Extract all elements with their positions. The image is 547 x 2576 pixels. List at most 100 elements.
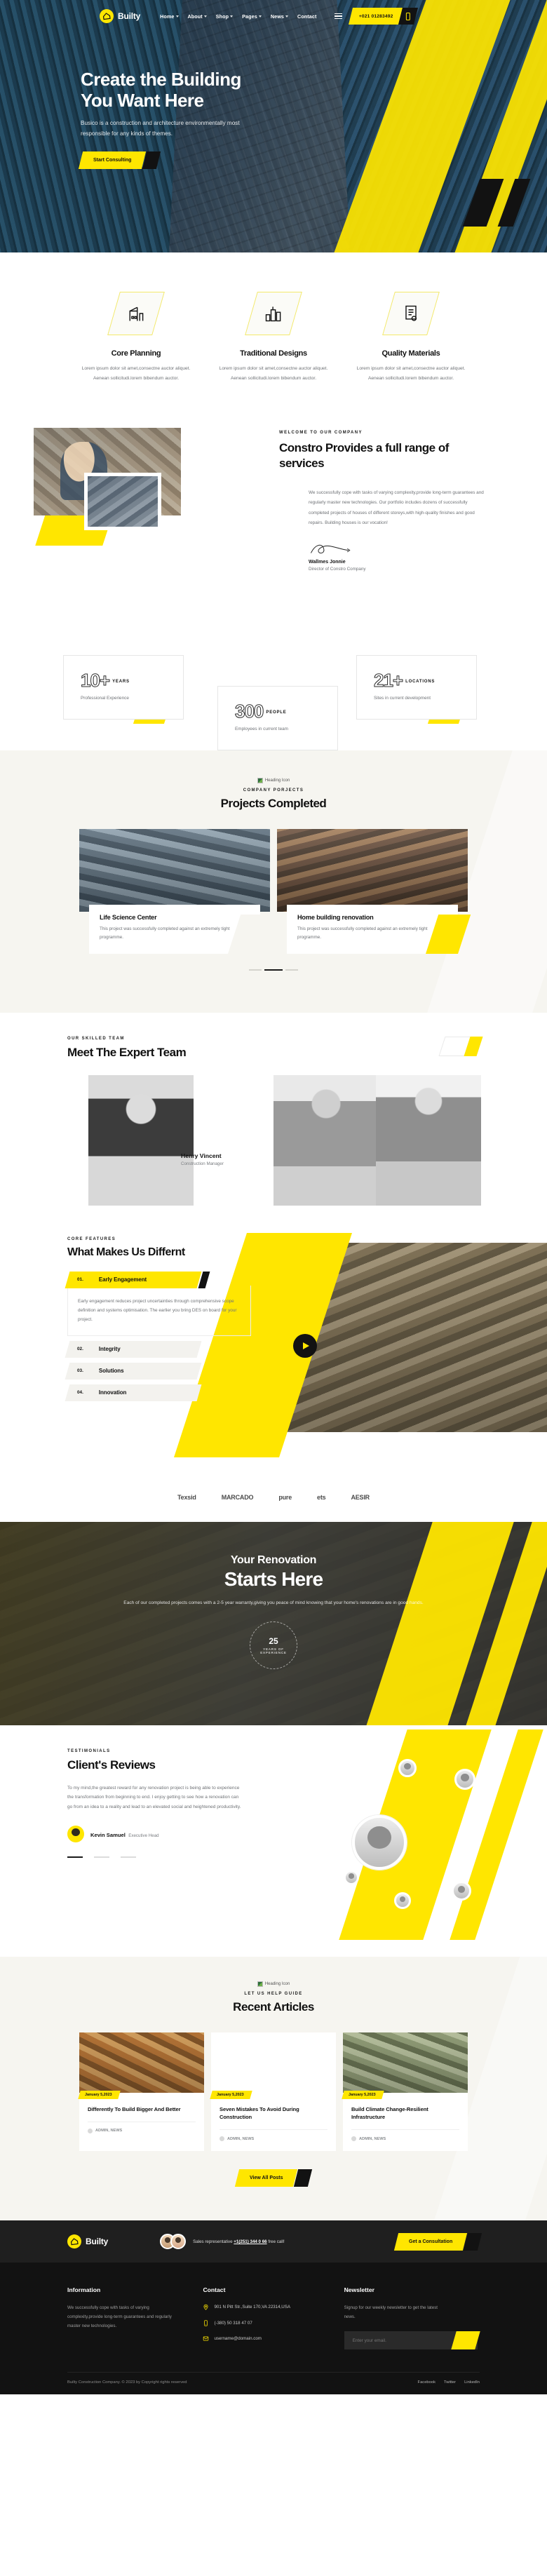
- brand-logos-section: Texsid MARCADO pure ets AESIR: [0, 1482, 547, 1522]
- testimonial-avatar-small[interactable]: [452, 1880, 471, 1901]
- projects-heading: Heading Icon COMPANY PORJECTS Projects C…: [0, 774, 547, 811]
- testimonial-avatar-small[interactable]: [398, 1758, 417, 1777]
- about-title: Constro Provides a full range of service…: [279, 441, 449, 471]
- testimonial-avatar-active[interactable]: [352, 1814, 407, 1870]
- counter-card-years: 10+ YEARS Professional Experience: [63, 655, 184, 720]
- start-consulting-button[interactable]: Start Consulting: [78, 151, 161, 169]
- testimonial-avatar-small[interactable]: [344, 1869, 359, 1885]
- social-link-twitter[interactable]: Twitter: [444, 2380, 456, 2385]
- nav-item-about[interactable]: About: [188, 13, 207, 20]
- team-member-photo[interactable]: [274, 1074, 379, 1206]
- user-icon: [220, 2136, 224, 2142]
- footer-cta-bar: Builty Sales representative +1(251) 344 …: [0, 2220, 547, 2263]
- carousel-dot[interactable]: [285, 969, 298, 971]
- counter-label: Sites in current development: [374, 696, 431, 701]
- get-consultation-button[interactable]: Get a Consultation: [393, 2232, 482, 2251]
- footer-email-line[interactable]: username@domain.com: [203, 2335, 344, 2342]
- article-meta: ADMIN, NEWS: [220, 2129, 327, 2142]
- badge-year: 25: [269, 1636, 278, 1647]
- footer-phone: (-380) 50 318 47 07: [214, 2320, 252, 2326]
- team-member-photo[interactable]: [376, 1074, 481, 1206]
- service-text: Lorem ipsum dolor sit amet,consectne auc…: [219, 366, 328, 381]
- testimonial-dot[interactable]: [121, 1856, 136, 1858]
- service-card-core-planning[interactable]: Core Planning Lorem ipsum dolor sit amet…: [67, 292, 205, 383]
- play-button-icon[interactable]: [293, 1333, 317, 1358]
- accordion-title: Innovation: [98, 1389, 127, 1396]
- service-text: Lorem ipsum dolor sit amet,consectne auc…: [356, 366, 466, 381]
- footer-column-title: Contact: [203, 2286, 226, 2294]
- article-date-badge: January 5,2023: [78, 2090, 121, 2099]
- mobile-phone-icon: [203, 2320, 209, 2326]
- get-consultation-label: Get a Consultation: [408, 2239, 452, 2244]
- article-date: January 5,2023: [217, 2092, 244, 2097]
- carousel-dot-active[interactable]: [264, 969, 283, 971]
- nav-item-pages[interactable]: Pages: [242, 13, 262, 20]
- accordion-header[interactable]: 02. Integrity: [65, 1340, 202, 1358]
- accordion-text: Early engagement reduces project uncerta…: [78, 1298, 237, 1322]
- brand-logo-pure: pure: [278, 1493, 292, 1501]
- service-card-traditional-designs[interactable]: Traditional Designs Lorem ipsum dolor si…: [205, 292, 342, 383]
- article-meta-text: ADMIN, NEWS: [227, 2136, 255, 2141]
- heading-icon-alt-text: Heading Icon: [264, 778, 290, 783]
- articles-list: January 5,2023 Differently To Build Bigg…: [0, 2032, 547, 2152]
- article-image: January 5,2023: [210, 2032, 336, 2099]
- accordion-header[interactable]: 01. Early Engagement: [65, 1271, 210, 1288]
- carousel-dot[interactable]: [249, 969, 262, 971]
- testimonial-pagination[interactable]: [67, 1856, 231, 1858]
- testimonial-avatar-small[interactable]: [454, 1768, 475, 1790]
- testimonial-avatar-small[interactable]: [394, 1891, 411, 1909]
- view-all-posts-wrap: View All Posts: [0, 2169, 547, 2187]
- service-card-quality-materials[interactable]: Quality Materials Lorem ipsum dolor sit …: [342, 292, 480, 383]
- accordion-item-integrity: 02. Integrity: [65, 1340, 210, 1358]
- article-meta-text: ADMIN, NEWS: [95, 2129, 123, 2133]
- article-body: Build Climate Change-Resilient Infrastru…: [343, 2093, 468, 2152]
- accordion-header[interactable]: 04. Innovation: [65, 1384, 202, 1401]
- article-card[interactable]: January 5,2023 Differently To Build Bigg…: [78, 2032, 204, 2152]
- sales-rep-suffix: free call!: [268, 2239, 285, 2244]
- projects-carousel-pagination[interactable]: [0, 969, 547, 971]
- footer-phone-line[interactable]: (-380) 50 318 47 07: [203, 2319, 344, 2327]
- chevron-down-icon: [258, 15, 262, 18]
- experience-badge: 25 YEARS OF EXPERIENCE: [250, 1621, 297, 1670]
- nav-item-news[interactable]: News: [271, 13, 289, 20]
- city-skyline-icon: [251, 292, 296, 335]
- accordion-header[interactable]: 03. Solutions: [65, 1362, 202, 1380]
- nav-item-home[interactable]: Home: [160, 13, 179, 20]
- social-link-facebook[interactable]: Facebook: [418, 2380, 435, 2385]
- renovation-title-big: Starts Here: [224, 1567, 323, 1590]
- service-title: Quality Materials: [381, 349, 440, 358]
- accordion-title: Early Engagement: [98, 1276, 147, 1283]
- footer-logo[interactable]: Builty: [66, 2234, 108, 2250]
- map-pin-icon: [203, 2304, 209, 2311]
- project-card[interactable]: Life Science Center This project was suc…: [79, 829, 274, 954]
- project-text: This project was successfully completed …: [297, 926, 428, 940]
- article-card[interactable]: January 5,2023 Build Climate Change-Resi…: [342, 2032, 468, 2152]
- site-logo[interactable]: Builty: [98, 8, 140, 25]
- header-phone-label-wrap: +021 01283492: [349, 8, 403, 25]
- differentiators-content: CORE FEATURES What Makes Us Differnt 01.…: [0, 1237, 251, 1401]
- accordion-body: Early engagement reduces project uncerta…: [67, 1285, 251, 1336]
- sales-rep-text: Sales representative +1(251) 344 0 66 fr…: [193, 2239, 285, 2244]
- article-card[interactable]: January 5,2023 Seven Mistakes To Avoid D…: [210, 2032, 336, 2152]
- testimonial-dot-active[interactable]: [67, 1856, 83, 1858]
- header-phone-button[interactable]: +021 01283492: [349, 8, 419, 25]
- view-all-posts-button[interactable]: View All Posts: [234, 2169, 313, 2187]
- chevron-down-icon: [285, 15, 289, 18]
- newsletter-submit-button[interactable]: [450, 2331, 480, 2350]
- nav-item-contact[interactable]: Contact: [297, 13, 316, 20]
- project-card[interactable]: Home building renovation This project wa…: [277, 829, 471, 954]
- testimonial-dot[interactable]: [94, 1856, 109, 1858]
- nav-item-shop[interactable]: Shop: [216, 13, 234, 20]
- project-title: Life Science Center: [100, 914, 157, 922]
- hamburger-icon[interactable]: [335, 13, 343, 20]
- accordion-number: 04.: [77, 1390, 83, 1396]
- article-title: Seven Mistakes To Avoid During Construct…: [220, 2105, 299, 2120]
- article-date: January 5,2023: [85, 2092, 112, 2097]
- about-body-block: We successfully cope with tasks of varyi…: [309, 488, 484, 572]
- sales-rep-phone[interactable]: +1(251) 344 0 66: [234, 2239, 266, 2244]
- article-title: Build Climate Change-Resilient Infrastru…: [351, 2105, 428, 2120]
- crane-building-icon: [114, 292, 158, 335]
- team-member-photo[interactable]: [88, 1074, 194, 1206]
- social-link-linkedin[interactable]: LinkedIn: [464, 2380, 480, 2385]
- house-yellow-icon: [98, 8, 115, 25]
